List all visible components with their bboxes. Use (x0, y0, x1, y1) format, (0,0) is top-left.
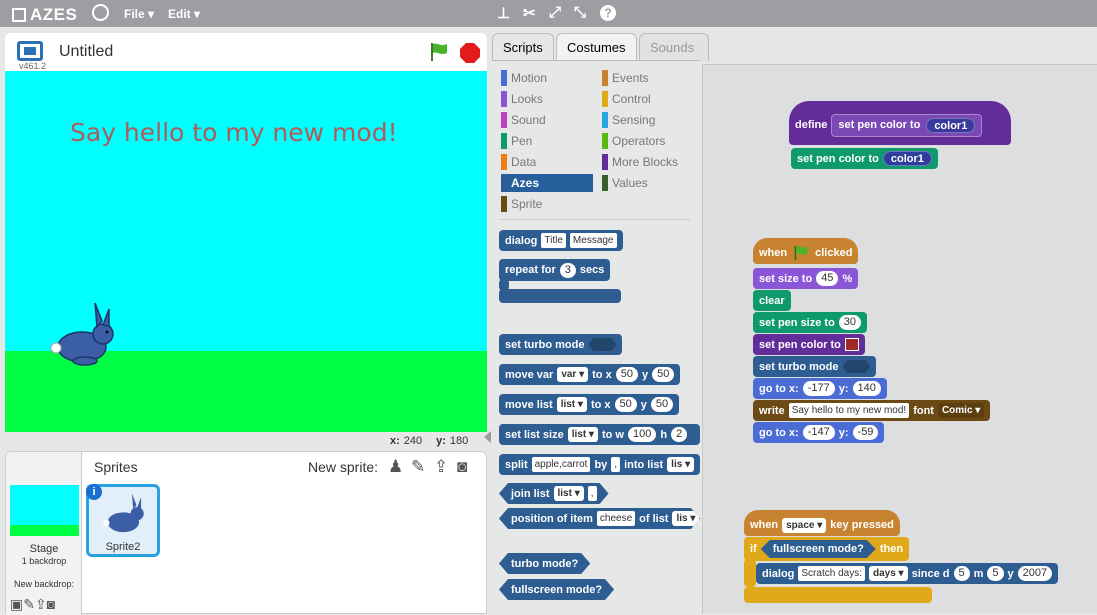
stage-canvas[interactable]: Say hello to my new mod! (5, 71, 487, 432)
sprites-title: Sprites (94, 459, 138, 475)
block-join-list[interactable]: join listlist, (499, 483, 609, 504)
backdrop-count: 1 backdrop (21, 556, 67, 566)
category-data[interactable]: Data (501, 153, 593, 171)
block-dialog-scratch-days[interactable]: dialogScratch days:dayssince d5m5y2007 (756, 563, 1059, 584)
category-more-blocks[interactable]: More Blocks (602, 153, 694, 171)
mouse-coordinates: x: 240 y: 180 (390, 435, 469, 447)
delete-scissors-icon[interactable]: ✂ (523, 4, 536, 22)
block-set-turbo-mode-script[interactable]: set turbo mode (753, 356, 877, 377)
green-flag-icon (794, 245, 808, 261)
help-icon[interactable]: ? (600, 5, 616, 21)
block-write[interactable]: write Say hello to my new mod! font Comic (753, 400, 991, 421)
tab-sounds[interactable]: Sounds (639, 33, 709, 61)
sprites-panel: Stage 1 backdrop New backdrop: ▣✎⇪◙ Spri… (5, 451, 487, 615)
stage-header: v461.2 Untitled (5, 33, 487, 71)
stage-message: Say hello to my new mod! (70, 118, 398, 147)
camera-sprite-icon[interactable]: ◙ (457, 457, 467, 477)
new-sprite-label: New sprite: (308, 459, 379, 475)
block-palette: Motion Looks Sound Pen Data Azes Sprite … (492, 60, 700, 614)
category-operators[interactable]: Operators (602, 132, 694, 150)
sprite-name: Sprite2 (105, 541, 141, 553)
shrink-icon[interactable]: ⤡ (574, 4, 586, 21)
sprite-thumbnail[interactable]: i Sprite2 (86, 484, 160, 557)
block-when-flag-clicked[interactable]: when clicked (753, 238, 859, 264)
block-fullscreen-mode-q[interactable]: fullscreen mode? (499, 579, 614, 600)
fullscreen-condition[interactable]: fullscreen mode? (761, 540, 876, 558)
category-sound[interactable]: Sound (501, 111, 593, 129)
logo-icon (12, 8, 26, 22)
block-go-to-xy-1[interactable]: go to x: -177 y: 140 (753, 378, 887, 399)
category-sprite[interactable]: Sprite (501, 195, 593, 213)
stage-thumbnail[interactable] (10, 485, 79, 536)
block-dialog[interactable]: dialog Title Message (499, 230, 623, 251)
upload-backdrop-icon[interactable]: ⇪ (35, 596, 47, 612)
category-values[interactable]: Values (602, 174, 694, 192)
new-backdrop-label: New backdrop: (13, 579, 75, 589)
camera-backdrop-icon[interactable]: ◙ (47, 596, 55, 612)
backdrop-tools: ▣✎⇪◙ (10, 596, 55, 613)
green-flag-icon[interactable] (429, 42, 449, 62)
collapse-arrow-icon[interactable] (484, 431, 491, 443)
tab-costumes[interactable]: Costumes (556, 33, 637, 61)
brush-backdrop-icon[interactable]: ✎ (23, 596, 35, 612)
script-area[interactable]: define set pen color to color1 set pen co… (702, 64, 1097, 614)
stage-column: Stage 1 backdrop New backdrop: ▣✎⇪◙ (6, 452, 82, 615)
paint-sprite-icon[interactable]: ✎ (411, 457, 425, 477)
block-when-key-pressed[interactable]: whenspacekey pressed (744, 510, 900, 536)
category-pen[interactable]: Pen (501, 132, 593, 150)
repeat-c-foot (499, 289, 621, 303)
stage-label: Stage (29, 543, 59, 555)
if-c-arm (744, 559, 756, 587)
category-motion[interactable]: Motion (501, 69, 593, 87)
block-if[interactable]: if fullscreen mode? then (744, 537, 910, 561)
language-globe-icon[interactable] (92, 4, 109, 21)
block-define[interactable]: define set pen color to color1 (789, 101, 1011, 145)
paint-backdrop-icon[interactable]: ▣ (10, 596, 23, 612)
block-set-size[interactable]: set size to 45% (753, 268, 859, 289)
sprite-library-icon[interactable]: ♟ (388, 457, 403, 477)
version-label: v461.2 (19, 61, 47, 71)
block-move-list[interactable]: move listlistto x50y50 (499, 394, 680, 415)
category-sensing[interactable]: Sensing (602, 111, 694, 129)
define-prototype[interactable]: set pen color to color1 (831, 113, 983, 137)
app-logo[interactable]: AZES (12, 5, 77, 25)
duplicate-stamp-icon[interactable]: ⊥ (497, 4, 510, 22)
rabbit-sprite[interactable] (47, 301, 119, 371)
block-position-of-item[interactable]: position of item cheese of list lis (499, 508, 700, 529)
if-c-foot (744, 587, 932, 603)
block-set-pen-size[interactable]: set pen size to 30 (753, 312, 868, 333)
category-looks[interactable]: Looks (501, 90, 593, 108)
grow-icon[interactable]: ⤢ (549, 4, 561, 21)
sprite-thumb-image (102, 493, 144, 533)
stop-sign-icon[interactable] (460, 43, 480, 63)
project-title[interactable]: Untitled (59, 43, 113, 61)
block-repeat-for[interactable]: repeat for 3 secs (499, 259, 611, 281)
category-azes[interactable]: Azes (501, 174, 593, 192)
block-set-pen-color-param[interactable]: set pen color to color1 (791, 148, 938, 169)
block-move-var[interactable]: move varvarto x50y50 (499, 364, 681, 385)
category-events[interactable]: Events (602, 69, 694, 87)
edit-menu[interactable]: Edit ▾ (168, 7, 200, 21)
palette-divider (500, 219, 690, 220)
top-bar: AZES File ▾ Edit ▾ ⊥ ✂ ⤢ ⤡ ? (0, 0, 1097, 27)
file-menu[interactable]: File ▾ (124, 7, 154, 21)
block-split[interactable]: split apple,carrot by, into list lis (499, 454, 700, 475)
block-set-list-size[interactable]: set list sizelistto w100h2 (499, 424, 700, 445)
category-control[interactable]: Control (602, 90, 694, 108)
block-clear[interactable]: clear (753, 290, 791, 311)
color-swatch[interactable] (844, 338, 859, 351)
block-go-to-xy-2[interactable]: go to x: -147 y: -59 (753, 422, 885, 443)
block-turbo-mode-q[interactable]: turbo mode? (499, 553, 590, 574)
fullscreen-toggle-icon[interactable] (17, 41, 43, 61)
block-set-pen-color-custom[interactable]: set pen color to (753, 334, 865, 355)
block-set-turbo-mode[interactable]: set turbo mode (499, 334, 623, 355)
upload-sprite-icon[interactable]: ⇪ (434, 457, 448, 477)
tab-scripts[interactable]: Scripts (492, 33, 554, 61)
